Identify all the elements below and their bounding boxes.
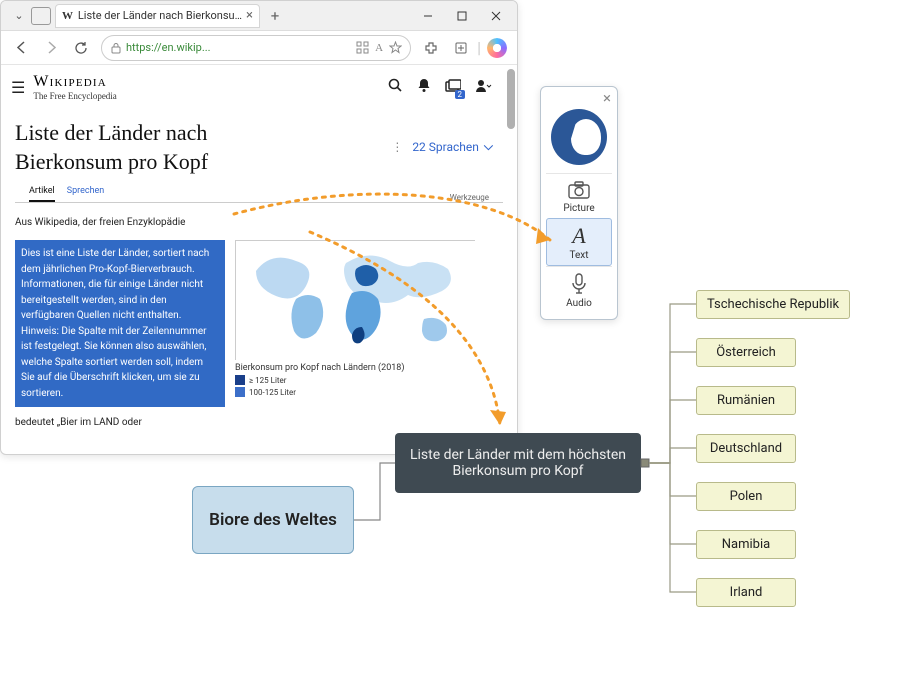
forward-button[interactable] <box>37 34 65 62</box>
close-button[interactable] <box>479 2 513 30</box>
mindmap-central-node[interactable]: Liste der Länder mit dem höchsten Bierko… <box>395 433 641 493</box>
panel-item-picture[interactable]: Picture <box>546 173 612 218</box>
refresh-button[interactable] <box>67 34 95 62</box>
text-a-icon: A <box>572 225 585 247</box>
panel-avatar <box>551 109 607 165</box>
panel-item-audio[interactable]: Audio <box>546 266 612 313</box>
legend-row-2: 100-125 Liter <box>235 387 503 397</box>
titlebar: ⌄ W Liste der Länder nach Bierkonsum × + <box>1 1 517 31</box>
favorite-icon[interactable] <box>389 41 402 54</box>
panel-close-icon[interactable]: × <box>603 89 611 107</box>
wiki-actions: 2 <box>388 78 507 97</box>
microphone-icon <box>571 273 587 295</box>
extensions-icon[interactable] <box>417 34 445 62</box>
tab-close-icon[interactable]: × <box>246 8 253 23</box>
toolbar-right: | <box>417 34 511 62</box>
title-row: Liste der Länder nach Bierkonsum pro Kop… <box>1 109 517 180</box>
collections-icon[interactable] <box>447 34 475 62</box>
page-content: ☰ Wikipedia The Free Encyclopedia 2 List… <box>1 65 517 454</box>
scrollbar[interactable] <box>507 69 515 129</box>
search-icon[interactable] <box>388 78 403 97</box>
toolbar: https://en.wikip... A | <box>1 31 517 65</box>
mindmap-child-node[interactable]: Irland <box>696 578 796 607</box>
grid-icon[interactable] <box>356 41 369 54</box>
capture-panel: × Picture A Text Audio <box>540 86 618 320</box>
map-caption: Bierkonsum pro Kopf nach Ländern (2018) <box>235 363 503 373</box>
mindmap-child-node[interactable]: Deutschland <box>696 434 796 463</box>
mindmap-child-node[interactable]: Rumänien <box>696 386 796 415</box>
favicon-w-icon: W <box>62 10 74 22</box>
browser-window: ⌄ W Liste der Länder nach Bierkonsum × + <box>0 0 518 455</box>
browser-tab[interactable]: W Liste der Länder nach Bierkonsum × <box>55 4 260 28</box>
back-button[interactable] <box>7 34 35 62</box>
wiki-logo-sub: The Free Encyclopedia <box>33 91 116 101</box>
url-text: https://en.wikip... <box>126 41 211 54</box>
inbox-badge: 2 <box>455 90 466 99</box>
wiki-header: ☰ Wikipedia The Free Encyclopedia 2 <box>1 65 517 109</box>
bell-icon[interactable] <box>417 78 431 97</box>
trailing-text: bedeutet „Bier im LAND oder <box>15 417 503 428</box>
source-line: Aus Wikipedia, der freien Enzyklopädie <box>15 217 503 228</box>
maximize-button[interactable] <box>445 2 479 30</box>
tab-article[interactable]: Artikel <box>29 186 55 202</box>
map-box: Bierkonsum pro Kopf nach Ländern (2018) … <box>235 240 503 407</box>
copilot-icon <box>487 38 507 58</box>
inbox-icon[interactable]: 2 <box>445 78 461 97</box>
mindmap-child-node[interactable]: Tschechische Republik <box>696 290 850 319</box>
legend-row-1: ≥ 125 Liter <box>235 375 503 385</box>
wiki-logo[interactable]: Wikipedia The Free Encyclopedia <box>33 73 116 101</box>
tab-title: Liste der Länder nach Bierkonsum <box>78 9 242 22</box>
wiki-logo-main: Wikipedia <box>33 73 116 91</box>
mindmap-parent-node[interactable]: Biore des Weltes <box>192 486 354 554</box>
mindmap-child-node[interactable]: Namibia <box>696 530 796 559</box>
text-size-icon[interactable]: A <box>375 42 383 54</box>
lock-icon <box>110 42 122 54</box>
user-icon[interactable] <box>475 78 493 97</box>
article-tabs: Artikel Sprechen Werkzeuge <box>15 180 503 203</box>
panel-item-text[interactable]: A Text <box>546 218 612 266</box>
copilot-button[interactable] <box>483 34 511 62</box>
window-controls <box>411 2 513 30</box>
selected-paragraph[interactable]: Dies ist eine Liste der Länder, sortiert… <box>15 240 225 407</box>
mindmap-child-node[interactable]: Polen <box>696 482 796 511</box>
hamburger-icon[interactable]: ☰ <box>11 78 25 97</box>
tab-strip: ⌄ W Liste der Länder nach Bierkonsum × + <box>5 4 411 28</box>
tab-talk[interactable]: Sprechen <box>67 186 105 202</box>
minimize-button[interactable] <box>411 2 445 30</box>
tools-link[interactable]: Werkzeuge <box>450 193 489 202</box>
page-title: Liste der Länder nach Bierkonsum pro Kop… <box>15 119 255 176</box>
article-body: Aus Wikipedia, der freien Enzyklopädie D… <box>1 203 517 442</box>
tabs-dropdown[interactable]: ⌄ <box>11 8 27 24</box>
camera-icon <box>567 180 591 200</box>
address-bar[interactable]: https://en.wikip... A <box>101 35 411 61</box>
world-map[interactable] <box>235 240 475 360</box>
mindmap-child-node[interactable]: Österreich <box>696 338 796 367</box>
language-selector[interactable]: 22 Sprachen <box>391 139 493 154</box>
tab-actions-icon[interactable] <box>31 7 51 25</box>
new-tab-button[interactable]: + <box>264 5 286 27</box>
